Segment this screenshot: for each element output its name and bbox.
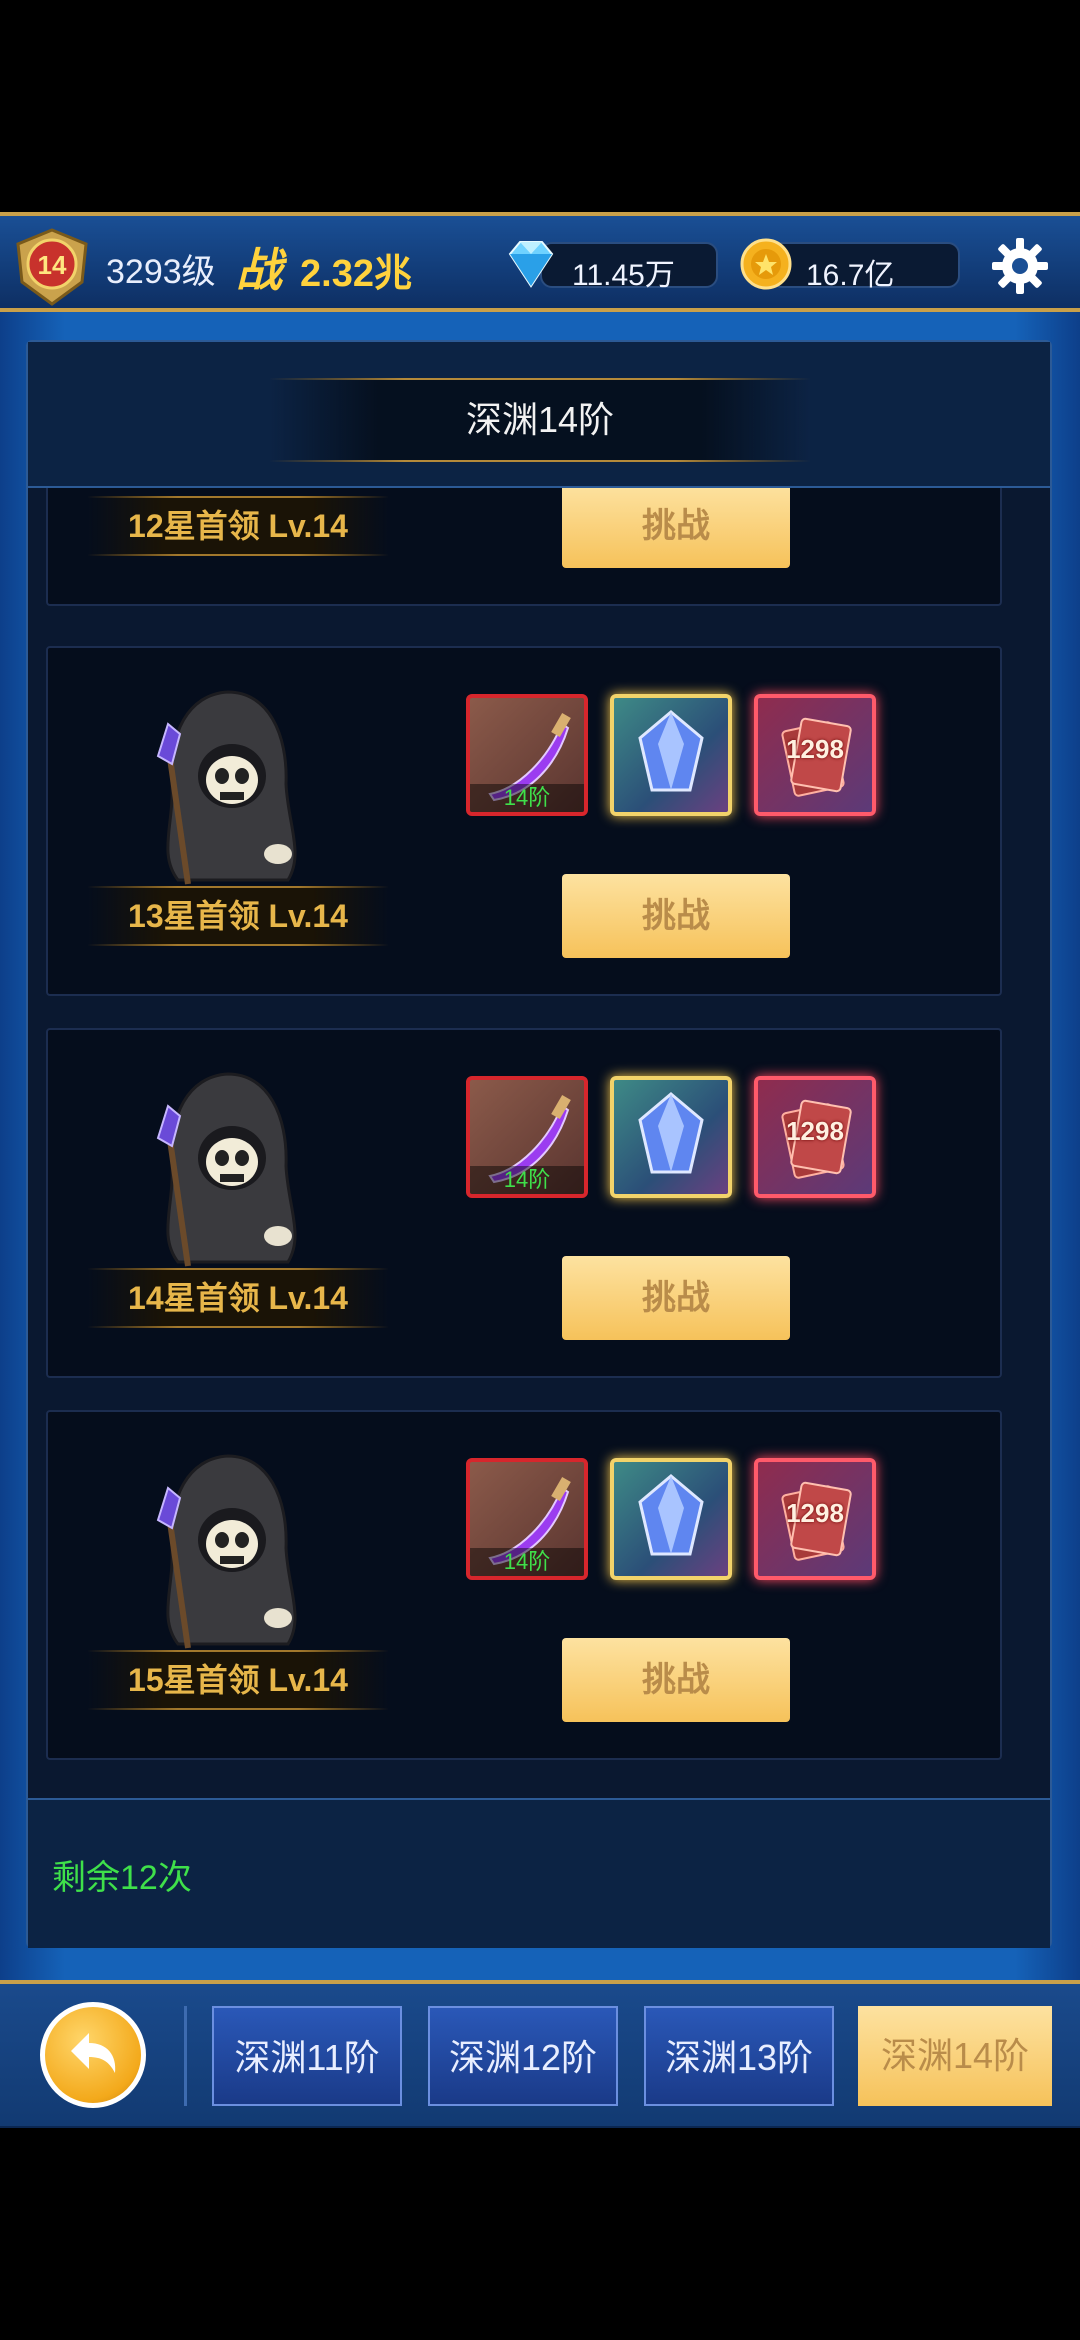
reward-cards[interactable]: 1298 (754, 1458, 876, 1580)
boss-card: 14星首领 Lv.14 14阶 1298 挑战 (46, 1028, 1002, 1378)
player-level: 3293级 (106, 253, 216, 291)
reward-crystal[interactable] (610, 1458, 732, 1580)
boss-card: 13星首领 Lv.14 14阶 1298 挑战 (46, 646, 1002, 996)
diamond-amount: 11.45万 (572, 259, 675, 292)
power-label: 战 (236, 244, 282, 296)
reward-label: 14阶 (470, 784, 584, 812)
grim-reaper-icon (128, 1448, 328, 1658)
boss-name: 14星首领 Lv.14 (88, 1268, 388, 1328)
reward-label: 14阶 (470, 1166, 584, 1194)
challenge-button[interactable]: 挑战 (562, 488, 790, 568)
boss-card: 15星首领 Lv.14 14阶 1298 挑战 (46, 1410, 1002, 1760)
gear-icon[interactable] (990, 236, 1050, 296)
reward-crystal[interactable] (610, 694, 732, 816)
tab-abyss-13[interactable]: 深渊13阶 (644, 2006, 834, 2106)
boss-name: 13星首领 Lv.14 (88, 886, 388, 946)
reward-weapon[interactable]: 14阶 (466, 694, 588, 816)
power-value: 2.32兆 (300, 253, 412, 295)
tab-divider (184, 2006, 187, 2106)
top-resource-bar: 14 3293级 战 2.32兆 11.45万 16.7亿 (0, 212, 1080, 312)
boss-card: 12星首领 Lv.14 挑战 (46, 488, 1002, 606)
tab-abyss-14[interactable]: 深渊14阶 (858, 2006, 1052, 2106)
reward-crystal[interactable] (610, 1076, 732, 1198)
grim-reaper-icon (128, 684, 328, 894)
panel-title: 深渊14阶 (270, 378, 810, 462)
reward-weapon[interactable]: 14阶 (466, 1076, 588, 1198)
reward-label: 14阶 (470, 1548, 584, 1576)
reward-count: 1298 (786, 734, 844, 764)
grim-reaper-icon (128, 1066, 328, 1276)
diamond-counter[interactable]: 11.45万 (540, 242, 718, 292)
reward-count: 1298 (786, 1498, 844, 1528)
avatar-level-text: 14 (38, 250, 67, 280)
boss-list[interactable]: 12星首领 Lv.14 挑战 13星首领 Lv.14 14阶 1298 挑战 1… (28, 488, 1050, 1798)
remaining-attempts: 剩余12次 (52, 1859, 192, 1897)
level-badge-icon[interactable]: 14 (8, 226, 96, 308)
crystal-icon (638, 1092, 704, 1174)
gold-amount: 16.7亿 (806, 259, 895, 292)
challenge-button[interactable]: 挑战 (562, 874, 790, 958)
boss-name: 15星首领 Lv.14 (88, 1650, 388, 1710)
reward-count: 1298 (786, 1116, 844, 1146)
challenge-button[interactable]: 挑战 (562, 1256, 790, 1340)
crystal-icon (638, 710, 704, 792)
diamond-icon (502, 236, 560, 292)
gold-coin-icon (740, 238, 792, 290)
reward-cards[interactable]: 1298 (754, 1076, 876, 1198)
gold-counter[interactable]: 16.7亿 (770, 242, 960, 292)
reward-cards[interactable]: 1298 (754, 694, 876, 816)
tab-abyss-11[interactable]: 深渊11阶 (212, 2006, 402, 2106)
reward-weapon[interactable]: 14阶 (466, 1458, 588, 1580)
back-button[interactable] (40, 2002, 146, 2108)
boss-name: 12星首领 Lv.14 (88, 496, 388, 556)
back-arrow-icon (71, 2033, 116, 2073)
tab-abyss-12[interactable]: 深渊12阶 (428, 2006, 618, 2106)
crystal-icon (638, 1474, 704, 1556)
challenge-button[interactable]: 挑战 (562, 1638, 790, 1722)
